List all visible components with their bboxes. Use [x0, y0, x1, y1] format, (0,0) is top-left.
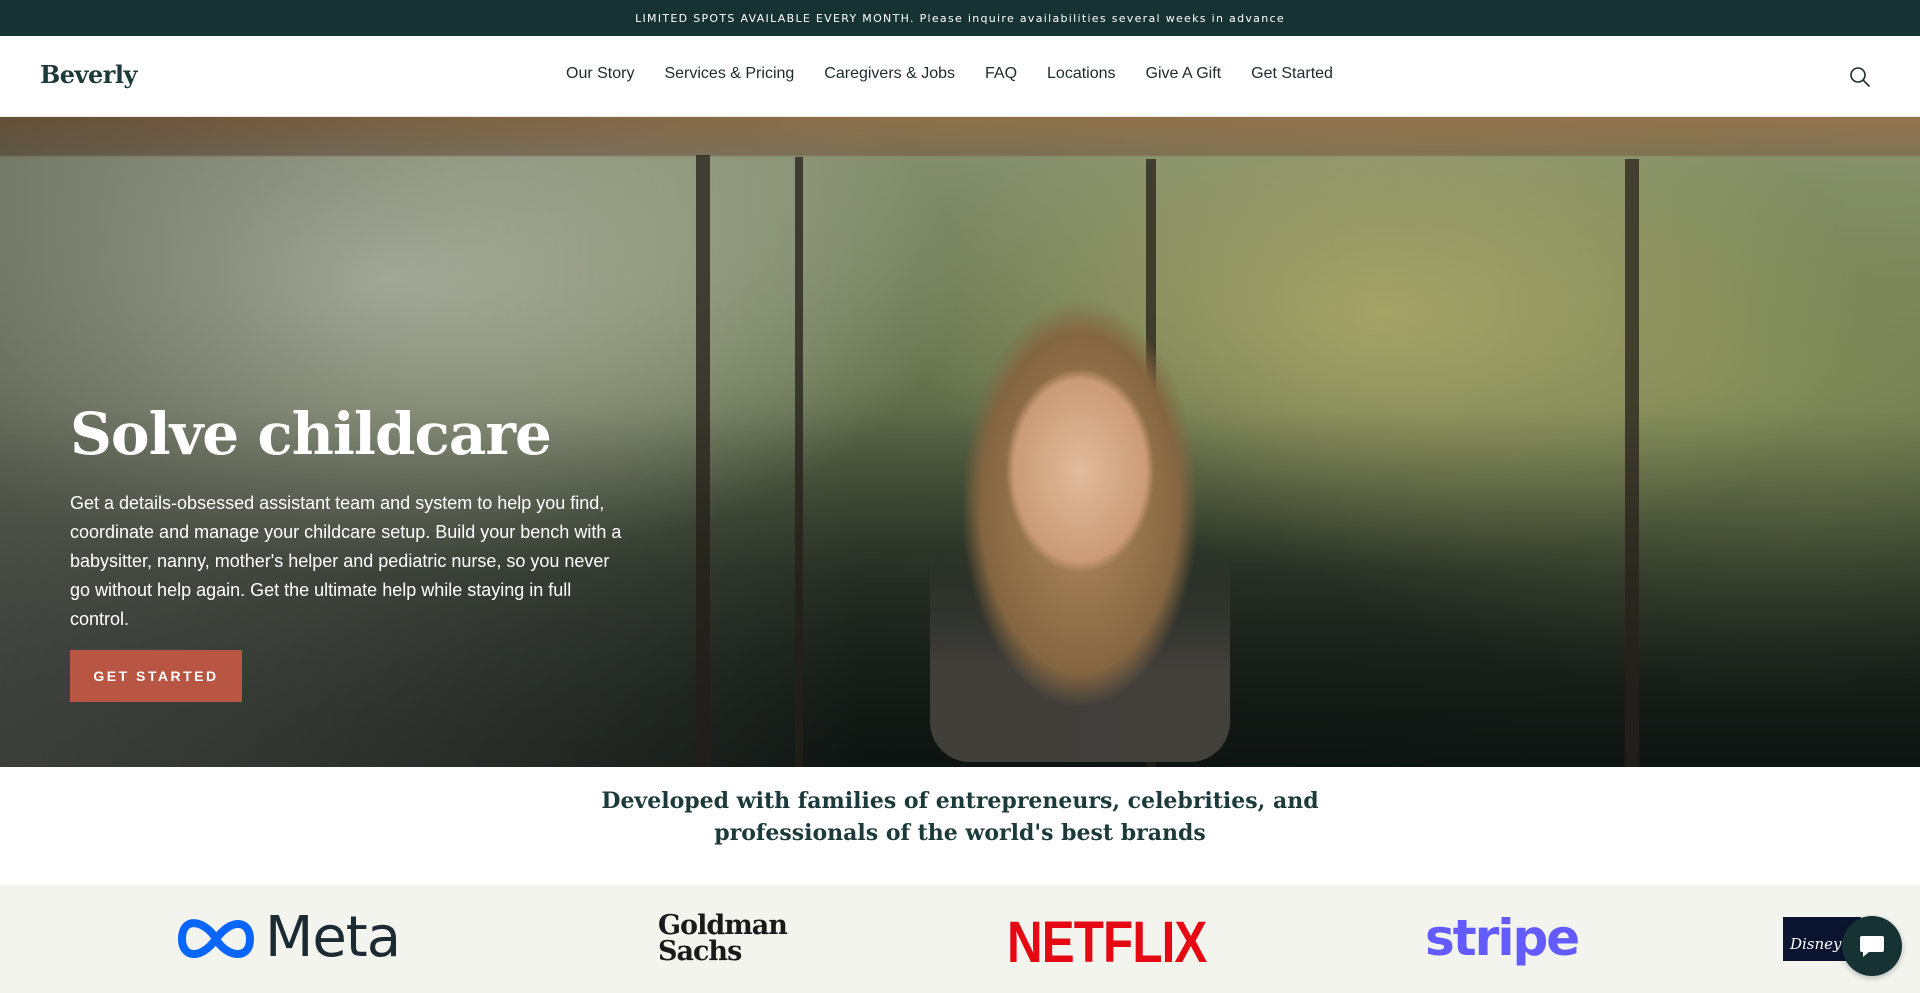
hero-title: Solve childcare [70, 400, 552, 468]
brands-heading: Developed with families of entrepreneurs… [0, 785, 1920, 849]
stripe-logo: stripe [1425, 909, 1580, 967]
nav-locations[interactable]: Locations [1047, 65, 1116, 83]
search-icon[interactable] [1848, 65, 1872, 89]
announcement-bar: LIMITED SPOTS AVAILABLE EVERY MONTH. Ple… [0, 0, 1920, 36]
meta-infinity-icon [178, 919, 254, 958]
hero-description: Get a details-obsessed assistant team an… [70, 493, 622, 629]
site-logo[interactable]: Beverly [40, 60, 137, 89]
nav-faq[interactable]: FAQ [985, 65, 1017, 83]
hero-section: Solve childcare Get a details-obsessed a… [0, 117, 1920, 767]
brands-heading-line: professionals of the world's best brands [714, 820, 1206, 846]
nav-get-started[interactable]: Get Started [1251, 65, 1333, 83]
nav-caregivers-jobs[interactable]: Caregivers & Jobs [824, 65, 955, 83]
nav-services-pricing[interactable]: Services & Pricing [664, 65, 794, 83]
netflix-logo: NETFLIX [1007, 910, 1207, 975]
brands-heading-line: Developed with families of entrepreneurs… [601, 788, 1319, 814]
brand-logo-strip: Meta Goldman Sachs NETFLIX stripe Disney… [0, 885, 1920, 993]
main-nav: Our Story Services & Pricing Caregivers … [566, 65, 1363, 83]
chat-bubble-icon[interactable] [1842, 916, 1902, 976]
get-started-button[interactable]: GET STARTED [70, 650, 242, 702]
nav-give-a-gift[interactable]: Give A Gift [1146, 65, 1222, 83]
meta-wordmark: Meta [265, 905, 401, 970]
site-header: Beverly Our Story Services & Pricing Car… [0, 36, 1920, 117]
sachs-line: Sachs [658, 936, 742, 967]
announcement-text: LIMITED SPOTS AVAILABLE EVERY MONTH. Ple… [635, 11, 1285, 25]
goldman-sachs-logo: Goldman Sachs [658, 912, 788, 967]
nav-our-story[interactable]: Our Story [566, 65, 634, 83]
meta-logo [176, 913, 256, 970]
